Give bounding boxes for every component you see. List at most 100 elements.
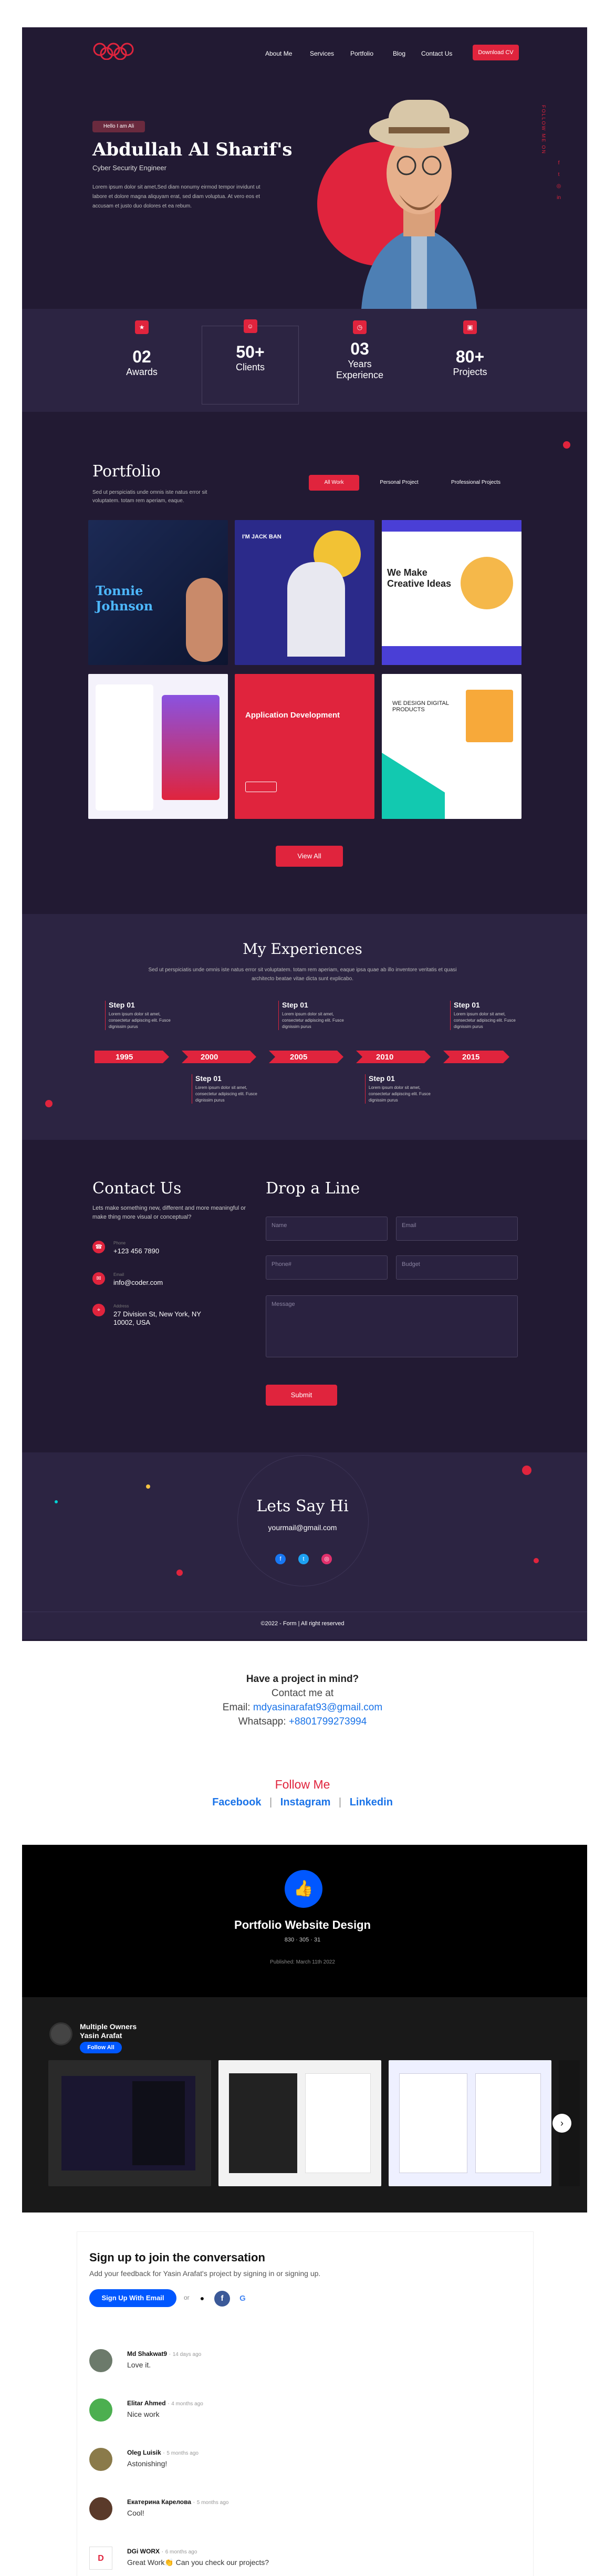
follow-all-button[interactable]: Follow All (80, 2042, 122, 2053)
tile-title: Tonnie Johnson (96, 583, 153, 614)
filter-all-work[interactable]: All Work (309, 475, 359, 491)
decor-dot (55, 1500, 58, 1503)
comment-author[interactable]: Md Shakwat9 (127, 2350, 167, 2357)
owner-name[interactable]: Yasin Arafat (80, 2031, 122, 2040)
phone-value: +123 456 7890 (113, 1247, 160, 1255)
nav-blog[interactable]: Blog (393, 50, 405, 57)
avatar[interactable]: D (89, 2547, 112, 2570)
email-input[interactable]: Email (396, 1217, 518, 1241)
copyright: ©2022 - Form | All right reserved (260, 1621, 345, 1627)
signup-email-button[interactable]: Sign Up With Email (89, 2289, 176, 2307)
stat-card-2: ☺ 50+ Clients (202, 319, 299, 404)
gallery-thumb-1[interactable] (48, 2060, 211, 2186)
comment-author[interactable]: Elitar Ahmed (127, 2400, 166, 2407)
portfolio-tile-2[interactable]: I'M JACK BAN (235, 520, 374, 665)
clients-icon: ☺ (243, 319, 257, 333)
step-text: Lorem ipsum dolor sit amet, consectetur … (369, 1085, 431, 1103)
nav-about[interactable]: About Me (265, 50, 292, 57)
tile-title: Application Development (245, 711, 340, 720)
appreciate-icon[interactable]: 👍 (285, 1870, 322, 1908)
stat-card-4: ▣ 80+ Projects (423, 320, 517, 399)
whatsapp-link[interactable]: +8801799273994 (289, 1716, 367, 1727)
portfolio-tile-4[interactable] (88, 674, 228, 819)
comment-text: Cool! (127, 2509, 144, 2517)
hero-desc: Lorem ipsum dolor sit amet,Sed diam nonu… (92, 184, 260, 209)
comment-time: 5 months ago (166, 2450, 199, 2456)
timeline-step: Step 01 Lorem ipsum dolor sit amet, cons… (365, 1074, 439, 1104)
projects-icon: ▣ (463, 320, 477, 334)
clock-icon: ◷ (353, 320, 367, 334)
step-title: Step 01 (195, 1074, 222, 1083)
year-1995: 1995 (116, 1053, 133, 1062)
instagram-icon[interactable]: ◎ (321, 1554, 332, 1564)
owners-label[interactable]: Multiple Owners (80, 2022, 137, 2031)
linkedin-link[interactable]: Linkedin (350, 1796, 393, 1808)
hero-tag: Hello I am Ali (92, 121, 145, 132)
nav-portfolio[interactable]: Portfolio (350, 50, 373, 57)
gallery-thumb-3[interactable] (389, 2060, 551, 2186)
follow-me-label: FOLLOW ME ON (541, 105, 546, 155)
avatar[interactable] (89, 2497, 112, 2520)
budget-input[interactable]: Budget (396, 1255, 518, 1280)
year-2000: 2000 (201, 1053, 218, 1062)
comment-author[interactable]: Екатерина Карелова (127, 2498, 191, 2506)
twitter-icon[interactable]: t (298, 1554, 309, 1564)
say-hi-email[interactable]: yourmail@gmail.com (0, 1523, 605, 1532)
stat-label: Awards (126, 367, 158, 377)
portfolio-tile-1[interactable]: Tonnie Johnson (88, 520, 228, 665)
google-icon[interactable]: G (236, 2292, 249, 2305)
logo[interactable] (92, 42, 134, 60)
facebook-icon[interactable]: f (275, 1554, 286, 1564)
download-cv-button[interactable]: Download CV (473, 45, 519, 60)
nav-services[interactable]: Services (310, 50, 334, 57)
say-hi-title: Lets Say Hi (256, 1497, 349, 1515)
phone-input[interactable]: Phone# (266, 1255, 388, 1280)
stat-label: Years Experience (336, 359, 384, 380)
portfolio-tile-3[interactable]: We Make Creative Ideas (382, 520, 521, 665)
decor-dot (176, 1570, 183, 1576)
gallery-thumb-2[interactable] (218, 2060, 381, 2186)
decor-dot (45, 1100, 53, 1107)
social-icons[interactable]: f t ◎ in (556, 158, 562, 215)
instagram-link[interactable]: Instagram (280, 1796, 331, 1808)
step-text: Lorem ipsum dolor sit amet, consectetur … (109, 1012, 171, 1029)
nav-contact[interactable]: Contact Us (421, 50, 452, 57)
avatar[interactable] (89, 2398, 112, 2422)
year-2015: 2015 (462, 1053, 480, 1062)
email-link[interactable]: mdyasinarafat93@gmail.com (253, 1702, 382, 1713)
stat-label: Projects (453, 367, 487, 377)
avatar[interactable] (89, 2448, 112, 2471)
project-whatsapp-line: Whatsapp: +8801799273994 (0, 1716, 605, 1728)
filter-professional[interactable]: Professional Projects (439, 475, 513, 491)
say-hi-circle (237, 1455, 369, 1586)
facebook-link[interactable]: Facebook (212, 1796, 261, 1808)
message-input[interactable]: Message (266, 1295, 518, 1357)
filter-personal[interactable]: Personal Project (368, 475, 431, 491)
stat-number: 02 (132, 347, 151, 366)
comment-author[interactable]: Oleg Luisik (127, 2449, 161, 2456)
comment-time: 4 months ago (171, 2401, 203, 2407)
timeline-step: Step 01 Lorem ipsum dolor sit amet, cons… (105, 1001, 179, 1030)
timeline-step: Step 01 Lorem ipsum dolor sit amet, cons… (192, 1074, 265, 1104)
submit-button[interactable]: Submit (266, 1385, 337, 1406)
step-title: Step 01 (369, 1074, 395, 1083)
comments-subtitle: Add your feedback for Yasin Arafat's pro… (89, 2269, 321, 2278)
contact-title: Contact Us (92, 1179, 182, 1198)
view-all-button[interactable]: View All (276, 846, 343, 867)
facebook-icon[interactable]: f (214, 2291, 230, 2307)
avatar[interactable] (89, 2349, 112, 2372)
portfolio-tile-6[interactable]: WE DESIGN DIGITAL PRODUCTS (382, 674, 521, 819)
comment-author[interactable]: DGi WORX (127, 2548, 160, 2555)
next-arrow-icon[interactable]: › (552, 2114, 571, 2133)
comment-time: 6 months ago (165, 2549, 197, 2555)
apple-icon[interactable]: ● (196, 2292, 208, 2304)
hero-role: Cyber Security Engineer (92, 164, 166, 172)
hero-name: Abdullah Al Sharif's (92, 139, 293, 160)
timeline-step: Step 01 Lorem ipsum dolor sit amet, cons… (278, 1001, 352, 1030)
hero-portrait (340, 68, 498, 309)
owner-avatar[interactable] (49, 2022, 72, 2045)
tile-title: I'M JACK BAN (242, 534, 281, 540)
portfolio-tile-5[interactable]: Application Development (235, 674, 374, 819)
name-input[interactable]: Name (266, 1217, 388, 1241)
comment-text: Love it. (127, 2361, 151, 2369)
